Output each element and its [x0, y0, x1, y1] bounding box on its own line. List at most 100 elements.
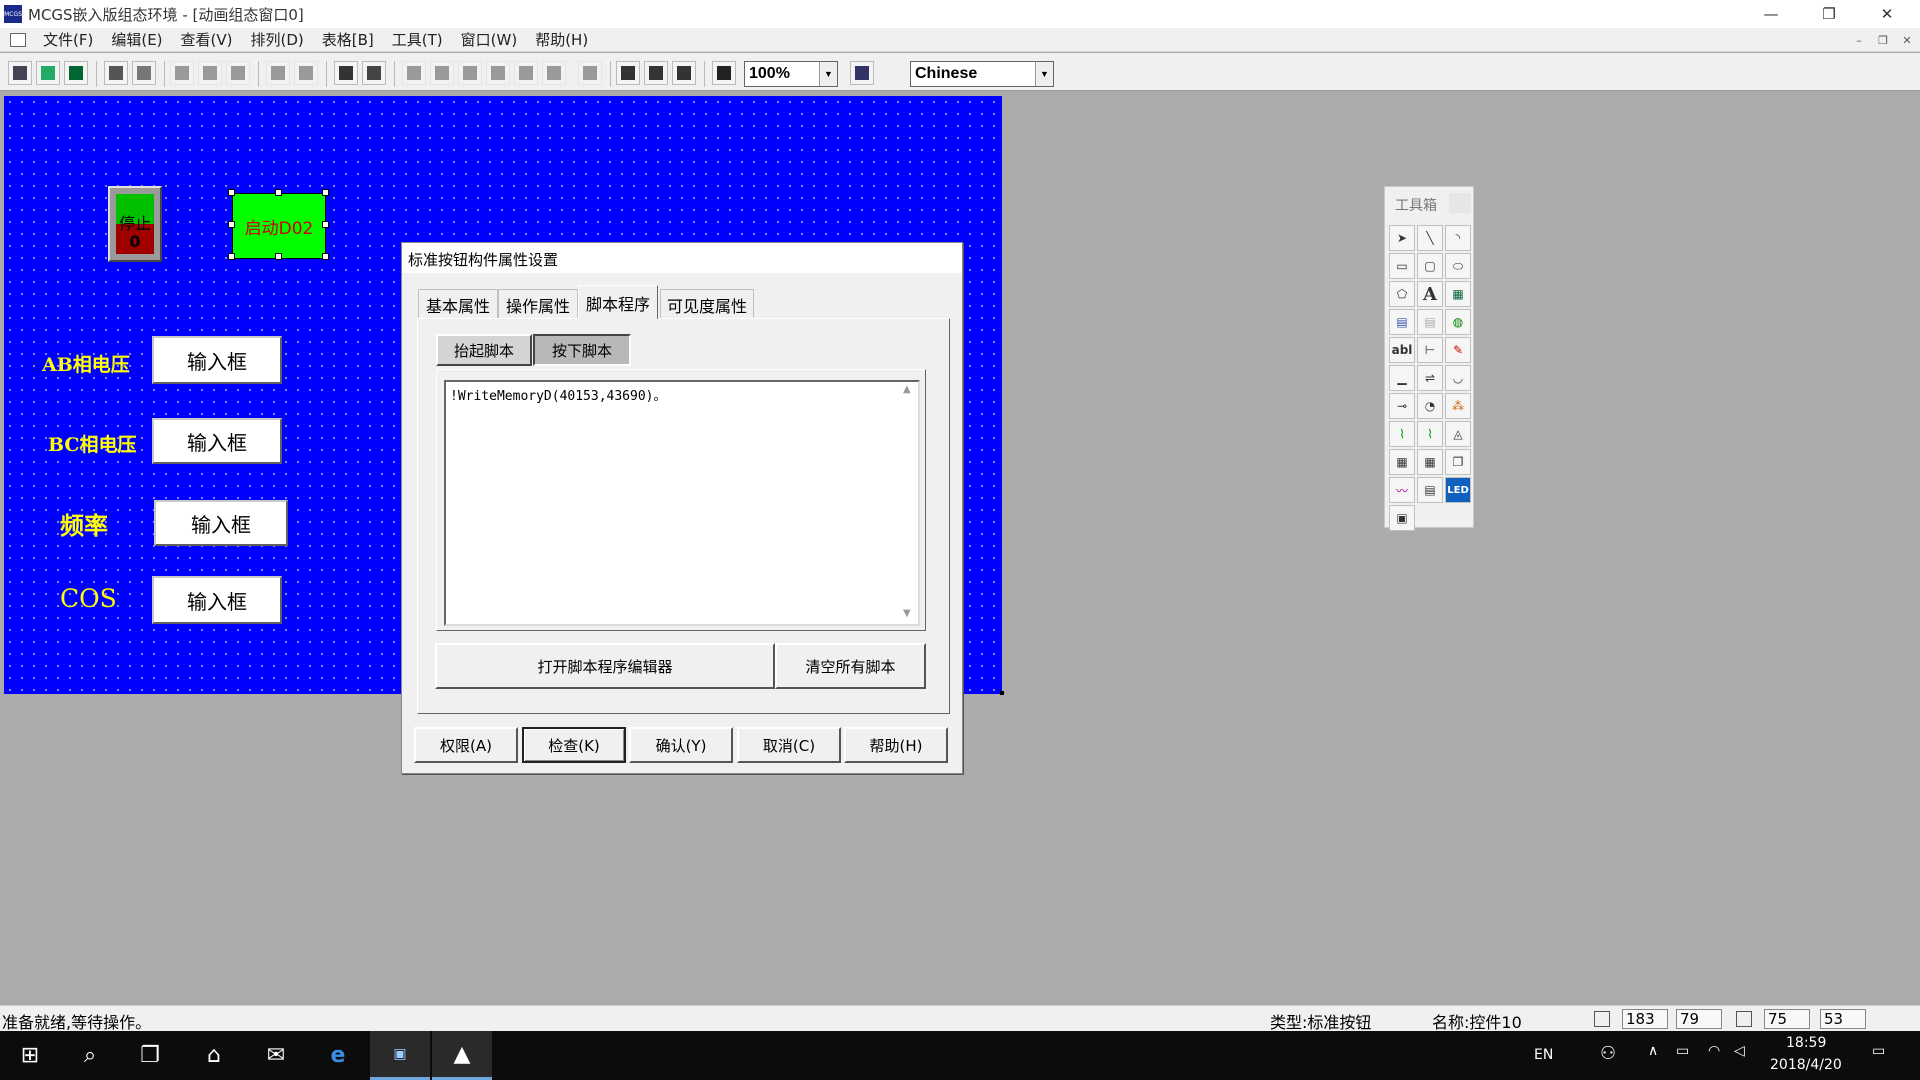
disabled-tool-icon[interactable]: ▤ — [1417, 309, 1443, 335]
gauge-tool-icon[interactable]: ◔ — [1417, 393, 1443, 419]
copy-icon[interactable] — [198, 61, 222, 85]
motion-button-icon[interactable]: ⇌ — [1417, 365, 1443, 391]
menu-view[interactable]: 查看(V) — [172, 29, 242, 50]
redo-icon[interactable] — [294, 61, 318, 85]
mcgs-app-icon[interactable]: ▣ — [370, 1031, 430, 1080]
stop-button[interactable]: 停止 0 — [108, 186, 162, 262]
trend-chart-icon[interactable]: ⌇ — [1389, 421, 1415, 447]
history-chart-icon[interactable]: ⌇ — [1417, 421, 1443, 447]
open-icon[interactable] — [36, 61, 60, 85]
fill-color-icon[interactable] — [402, 61, 426, 85]
data-table-icon[interactable]: ▦ — [1417, 449, 1443, 475]
tab-basic[interactable]: 基本属性 — [418, 289, 498, 319]
tab-script[interactable]: 脚本程序 — [578, 285, 658, 319]
menu-edit[interactable]: 编辑(E) — [102, 29, 171, 50]
start-button[interactable]: 启动D02 — [232, 193, 326, 259]
standard-button-icon[interactable]: ▁ — [1389, 365, 1415, 391]
selection-handle[interactable] — [275, 253, 282, 260]
combo-tool-icon[interactable]: ⁂ — [1445, 393, 1471, 419]
subtab-release-script[interactable]: 抬起脚本 — [436, 334, 532, 366]
text-tool-icon[interactable]: A — [1417, 281, 1443, 307]
tab-visibility[interactable]: 可见度属性 — [660, 289, 754, 319]
photos-app-icon[interactable]: ▲ — [432, 1031, 492, 1080]
component-icon[interactable] — [362, 61, 386, 85]
notifications-icon[interactable]: ▭ — [1872, 1043, 1885, 1059]
tab-operation[interactable]: 操作属性 — [498, 289, 578, 319]
wifi-icon[interactable]: ◠ — [1708, 1043, 1720, 1059]
rounded-rect-tool-icon[interactable]: ▢ — [1417, 253, 1443, 279]
pos-x-field[interactable]: 183 — [1622, 1009, 1668, 1029]
polygon-tool-icon[interactable]: ⬠ — [1389, 281, 1415, 307]
bc-voltage-input[interactable]: 输入框 — [152, 418, 282, 464]
height-field[interactable]: 53 — [1820, 1009, 1866, 1029]
confirm-button[interactable]: 确认(Y) — [629, 727, 733, 763]
font-icon[interactable] — [486, 61, 510, 85]
permission-button[interactable]: 权限(A) — [414, 727, 518, 763]
people-icon[interactable]: ⚇ — [1600, 1043, 1616, 1064]
element-library-icon[interactable]: ▤ — [1389, 309, 1415, 335]
report-tool-icon[interactable]: ▤ — [1417, 477, 1443, 503]
toolbox-close-icon[interactable] — [1449, 193, 1471, 213]
edge-icon[interactable]: e — [308, 1031, 368, 1080]
minimize-icon[interactable]: — — [1748, 0, 1794, 28]
cut-icon[interactable] — [170, 61, 194, 85]
label-tool-icon[interactable]: abl — [1389, 337, 1415, 363]
globe-tool-icon[interactable]: ◍ — [1445, 309, 1471, 335]
canvas-resize-handle[interactable] — [1000, 691, 1004, 695]
pointer-tool-icon[interactable]: ➤ — [1389, 225, 1415, 251]
script-editor[interactable]: !WriteMemoryD(40153,43690)。 — [444, 380, 920, 626]
open-script-editor-button[interactable]: 打开脚本程序编辑器 — [435, 643, 775, 689]
line-style-icon[interactable] — [514, 61, 538, 85]
search-icon[interactable]: ⌕ — [60, 1031, 120, 1080]
help-cursor-icon[interactable] — [712, 61, 736, 85]
line-color-icon[interactable] — [430, 61, 454, 85]
selection-handle[interactable] — [322, 189, 329, 196]
selection-handle[interactable] — [322, 253, 329, 260]
print-preview-icon[interactable] — [132, 61, 156, 85]
volume-icon[interactable]: ◁ — [1734, 1043, 1745, 1059]
rotary-tool-icon[interactable]: ◡ — [1445, 365, 1471, 391]
mail-icon[interactable]: ✉ — [246, 1031, 306, 1080]
undo-icon[interactable] — [266, 61, 290, 85]
ellipse-tool-icon[interactable]: ⬭ — [1445, 253, 1471, 279]
chevron-down-icon[interactable]: ▼ — [819, 62, 837, 86]
close-icon[interactable]: ✕ — [1864, 0, 1910, 28]
menu-help[interactable]: 帮助(H) — [526, 29, 597, 50]
language-select[interactable]: Chinese ▼ — [910, 61, 1054, 87]
paste-icon[interactable] — [226, 61, 250, 85]
store-icon[interactable]: ⌂ — [184, 1031, 244, 1080]
scroll-up-icon[interactable]: ▲ — [903, 384, 911, 395]
pos-y-field[interactable]: 79 — [1676, 1009, 1722, 1029]
font-color-icon[interactable] — [458, 61, 482, 85]
ab-voltage-input[interactable]: 输入框 — [152, 336, 282, 384]
selection-handle[interactable] — [322, 221, 329, 228]
selection-handle[interactable] — [228, 253, 235, 260]
menu-arrange[interactable]: 排列(D) — [242, 29, 313, 50]
rectangle-tool-icon[interactable]: ▭ — [1389, 253, 1415, 279]
zoom-select[interactable]: 100% ▼ — [744, 61, 838, 87]
chevron-up-icon[interactable]: ∧ — [1648, 1043, 1658, 1059]
alarm-tool-icon[interactable]: ◬ — [1445, 421, 1471, 447]
tools-icon[interactable] — [334, 61, 358, 85]
scroll-down-icon[interactable]: ▼ — [903, 608, 911, 619]
download-icon[interactable] — [672, 61, 696, 85]
grid-icon[interactable] — [578, 61, 602, 85]
new-window-icon[interactable] — [8, 61, 32, 85]
menu-window[interactable]: 窗口(W) — [452, 29, 527, 50]
width-field[interactable]: 75 — [1764, 1009, 1810, 1029]
run-icon[interactable] — [616, 61, 640, 85]
clock-time[interactable]: 18:59 — [1786, 1035, 1826, 1051]
subtab-press-script[interactable]: 按下脚本 — [533, 334, 631, 366]
language-icon[interactable] — [850, 61, 874, 85]
bitmap-tool-icon[interactable]: ▦ — [1445, 281, 1471, 307]
chevron-down-icon[interactable]: ▼ — [1035, 62, 1053, 86]
clear-scripts-button[interactable]: 清空所有脚本 — [775, 643, 926, 689]
menu-file[interactable]: 文件(F) — [34, 29, 102, 50]
print-icon[interactable] — [104, 61, 128, 85]
mdi-restore-icon[interactable]: ❐ — [1874, 32, 1892, 48]
script-scrollbar[interactable]: ▲ ▼ — [898, 382, 918, 624]
start-icon[interactable]: ⊞ — [0, 1031, 60, 1080]
line-tool-icon[interactable]: ╲ — [1417, 225, 1443, 251]
selection-handle[interactable] — [275, 189, 282, 196]
arc-tool-icon[interactable]: ◝ — [1445, 225, 1471, 251]
